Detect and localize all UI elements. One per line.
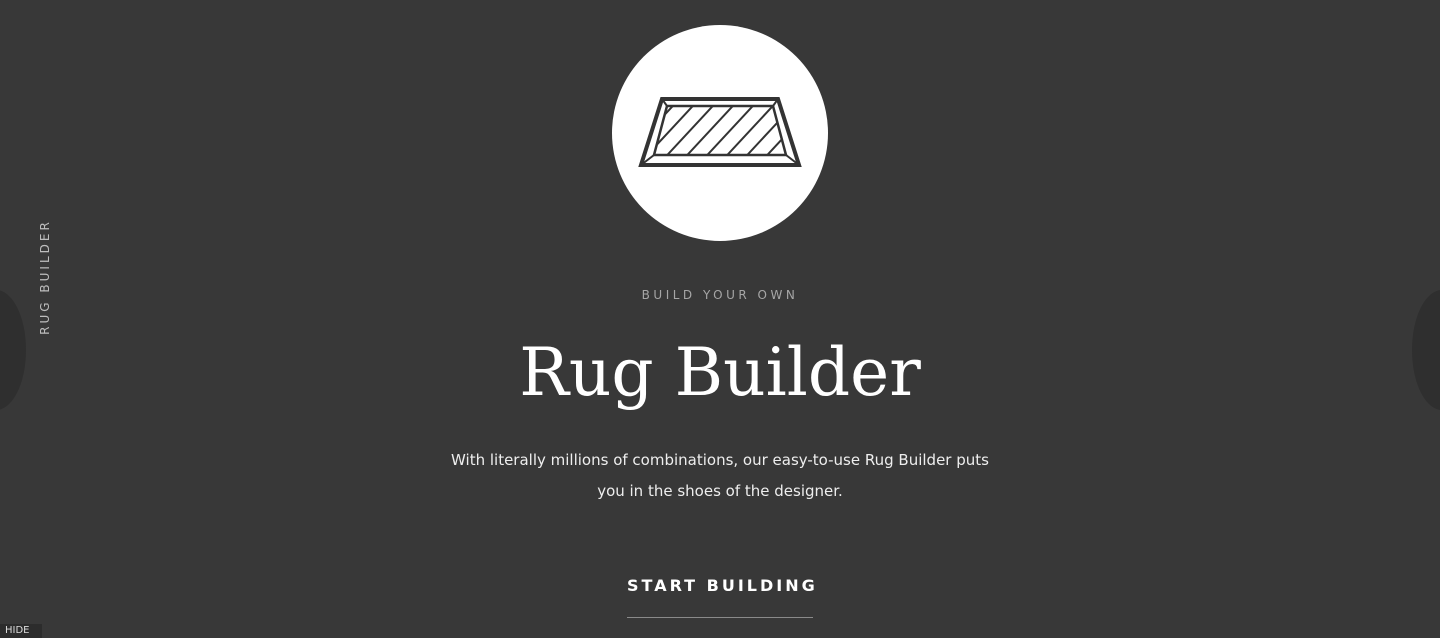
hide-button[interactable]: HIDE (0, 624, 42, 638)
start-building-button[interactable]: START BUILDING (627, 576, 815, 618)
side-section-label: RUG BUILDER (38, 219, 52, 335)
page-title: Rug Builder (519, 334, 921, 411)
hero-icon-circle (612, 25, 828, 241)
rug-icon (638, 97, 802, 167)
hero-description: With literally millions of combinations,… (451, 451, 989, 500)
hero-eyebrow: BUILD YOUR OWN (641, 288, 799, 302)
